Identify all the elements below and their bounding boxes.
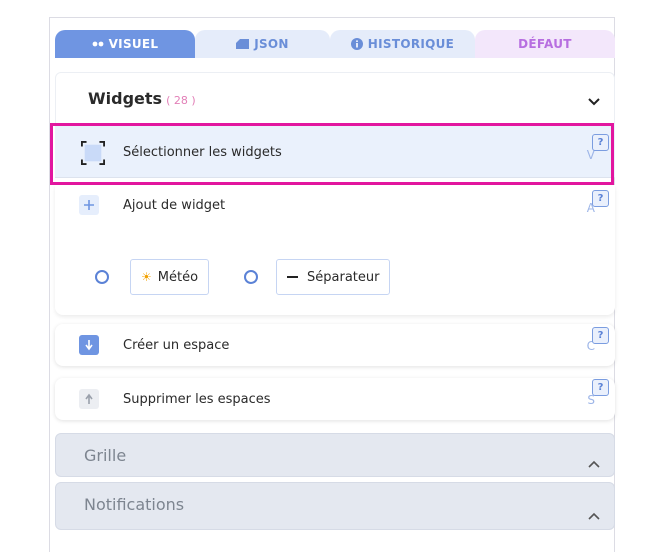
sun-icon: ☀	[141, 270, 152, 284]
tab-historique-label: HISTORIQUE	[367, 37, 455, 51]
info-icon	[350, 38, 363, 50]
grid-section-title: Grille	[84, 446, 127, 465]
create-space-help-icon[interactable]: ?	[592, 327, 609, 344]
meteo-option[interactable]: ☀ Météo	[130, 259, 210, 295]
tab-defaut-label: DÉFAUT	[518, 37, 572, 51]
add-widget-row[interactable]: Ajout de widget A ? ☀ Météo Séparateur	[55, 185, 615, 315]
chevron-up-icon[interactable]	[588, 505, 600, 524]
meteo-radio[interactable]	[95, 270, 109, 284]
tab-json-label: JSON	[254, 37, 289, 51]
tab-historique[interactable]: HISTORIQUE	[330, 30, 475, 58]
selection-highlight	[50, 123, 614, 185]
widgets-panel-header[interactable]: Widgets( 28 )	[55, 72, 615, 124]
add-widget-help-icon[interactable]: ?	[592, 190, 609, 207]
arrow-down-icon	[79, 335, 99, 355]
tab-visuel-label: VISUEL	[108, 37, 159, 51]
tab-json[interactable]: JSON	[195, 30, 330, 58]
separateur-option[interactable]: Séparateur	[276, 259, 391, 295]
notifications-section-title: Notifications	[84, 495, 185, 514]
delete-spaces-label: Supprimer les espaces	[123, 392, 271, 407]
add-widget-label: Ajout de widget	[123, 198, 226, 213]
tab-defaut[interactable]: DÉFAUT	[475, 30, 615, 58]
json-icon	[236, 39, 250, 49]
create-space-row[interactable]: Créer un espace C ?	[55, 324, 615, 366]
chevron-down-icon[interactable]	[588, 91, 600, 110]
meteo-label: Météo	[157, 269, 199, 285]
delete-spaces-help-icon[interactable]: ?	[592, 379, 609, 396]
separateur-label: Séparateur	[307, 269, 380, 285]
delete-spaces-row[interactable]: Supprimer les espaces S ?	[55, 378, 615, 420]
grid-section-header[interactable]: Grille	[55, 433, 615, 477]
panel-title-text: Widgets	[88, 89, 163, 108]
plus-icon	[79, 195, 99, 215]
tab-visuel[interactable]: VISUEL	[55, 30, 195, 58]
widget-count: ( 28 )	[166, 94, 196, 107]
chevron-up-icon[interactable]	[588, 453, 600, 472]
create-space-label: Créer un espace	[123, 338, 230, 353]
panel-title: Widgets( 28 )	[88, 89, 196, 108]
separateur-radio[interactable]	[244, 270, 258, 284]
tab-bar: VISUEL JSON HISTORIQUE DÉFAUT	[55, 30, 615, 60]
dash-icon	[287, 276, 298, 278]
arrow-up-icon	[79, 389, 99, 409]
visual-icon	[92, 40, 104, 48]
notifications-section-header[interactable]: Notifications	[55, 482, 615, 530]
